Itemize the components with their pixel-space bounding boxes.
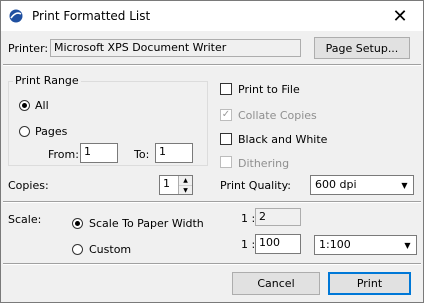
black-and-white-label: Black and White bbox=[238, 133, 328, 146]
black-and-white-checkbox[interactable] bbox=[220, 133, 232, 145]
copies-label: Copies: bbox=[8, 179, 49, 192]
all-pages-label: All bbox=[35, 99, 49, 112]
print-range-title: Print Range bbox=[13, 74, 81, 87]
scale-to-width-radio[interactable] bbox=[72, 218, 83, 229]
page-range-label: Pages bbox=[35, 125, 68, 138]
scale-preset-select[interactable]: 1:100 ▼ bbox=[314, 235, 417, 255]
window-title: Print Formatted List bbox=[32, 9, 151, 23]
from-label: From: bbox=[48, 148, 79, 161]
custom-scale-label: Custom bbox=[89, 243, 132, 256]
custom-scale-input[interactable]: 100 bbox=[255, 234, 301, 254]
printer-name-field: Microsoft XPS Document Writer bbox=[50, 39, 301, 57]
print-quality-value: 600 dpi bbox=[315, 178, 357, 191]
scale-to-width-label: Scale To Paper Width bbox=[89, 217, 204, 230]
print-dialog: Print Formatted List ✕ Printer: Microsof… bbox=[0, 0, 424, 303]
collate-copies-checkbox: ✓ bbox=[220, 109, 232, 121]
print-quality-label: Print Quality: bbox=[220, 179, 292, 192]
print-to-file-checkbox[interactable] bbox=[220, 83, 232, 95]
page-setup-button[interactable]: Page Setup... bbox=[314, 37, 410, 59]
title-bar: Print Formatted List ✕ bbox=[1, 1, 423, 31]
cancel-button[interactable]: Cancel bbox=[232, 272, 320, 295]
print-to-file-label: Print to File bbox=[238, 83, 300, 96]
app-logo-icon bbox=[9, 9, 23, 23]
print-quality-select[interactable]: 600 dpi ▼ bbox=[310, 175, 414, 195]
close-button[interactable]: ✕ bbox=[377, 1, 423, 31]
scale-ratio-readout: 2 bbox=[255, 208, 301, 226]
copies-spinner[interactable]: ▲ ▼ bbox=[178, 176, 192, 194]
spin-down-icon[interactable]: ▼ bbox=[179, 186, 192, 194]
custom-scale-radio[interactable] bbox=[72, 244, 83, 255]
ratio-prefix-2: 1 : bbox=[241, 238, 256, 251]
chevron-down-icon: ▼ bbox=[404, 241, 411, 250]
dithering-label: Dithering bbox=[238, 157, 290, 170]
to-label: To: bbox=[134, 148, 150, 161]
all-pages-radio[interactable] bbox=[19, 100, 30, 111]
separator-top bbox=[3, 64, 421, 66]
page-range-radio[interactable] bbox=[19, 126, 30, 137]
collate-copies-label: Collate Copies bbox=[238, 109, 317, 122]
separator-middle bbox=[3, 201, 421, 203]
spin-up-icon[interactable]: ▲ bbox=[179, 176, 192, 186]
separator-bottom bbox=[3, 263, 421, 265]
close-icon: ✕ bbox=[392, 5, 408, 27]
scale-preset-value: 1:100 bbox=[319, 238, 351, 251]
copies-input[interactable]: 1 ▲ ▼ bbox=[159, 175, 193, 195]
chevron-down-icon: ▼ bbox=[401, 181, 408, 190]
scale-label: Scale: bbox=[8, 213, 42, 226]
printer-label: Printer: bbox=[8, 42, 49, 55]
dithering-checkbox bbox=[220, 156, 232, 168]
ratio-prefix-1: 1 : bbox=[241, 212, 256, 225]
print-button[interactable]: Print bbox=[328, 272, 411, 295]
to-page-input[interactable]: 1 bbox=[155, 143, 193, 163]
copies-value: 1 bbox=[163, 177, 170, 190]
from-page-input[interactable]: 1 bbox=[80, 143, 118, 163]
